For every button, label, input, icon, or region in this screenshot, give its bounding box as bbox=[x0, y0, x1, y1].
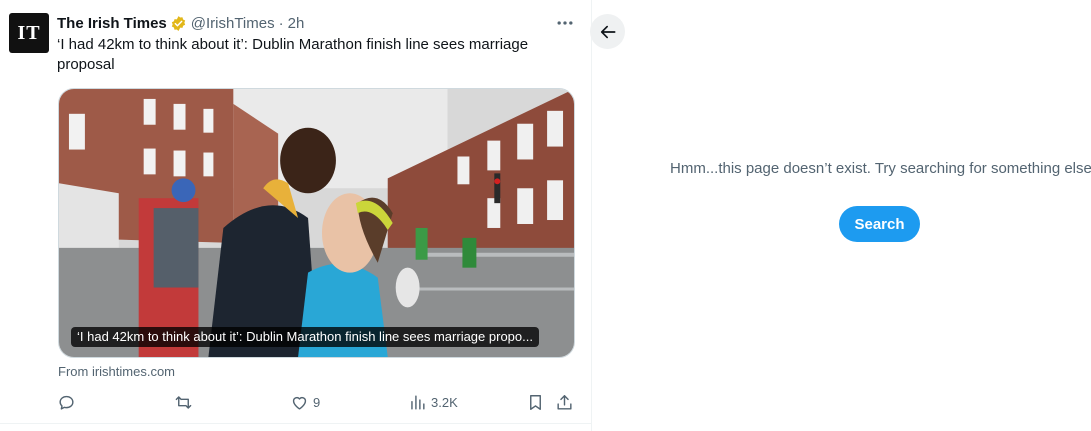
tweet[interactable]: IT The Irish Times @IrishTimes · 2h ‘I h… bbox=[0, 0, 591, 424]
handle[interactable]: @IrishTimes bbox=[191, 15, 275, 32]
views-button[interactable]: 3.2K bbox=[408, 390, 458, 414]
bookmark-button[interactable] bbox=[526, 390, 545, 414]
bookmark-icon bbox=[530, 394, 541, 410]
timeline-column: IT The Irish Times @IrishTimes · 2h ‘I h… bbox=[0, 0, 592, 431]
tweet-header: The Irish Times @IrishTimes · 2h bbox=[57, 13, 304, 33]
card-photo bbox=[59, 89, 574, 357]
verified-badge-icon[interactable] bbox=[170, 15, 187, 32]
back-arrow-icon bbox=[600, 25, 615, 38]
tweet-actions: 9 3.2K bbox=[57, 390, 577, 414]
more-icon[interactable] bbox=[553, 13, 577, 33]
views-count: 3.2K bbox=[431, 394, 458, 410]
share-icon bbox=[557, 394, 572, 410]
like-count: 9 bbox=[313, 394, 321, 410]
back-button[interactable] bbox=[590, 14, 625, 49]
retweet-icon bbox=[175, 395, 192, 409]
reply-icon bbox=[59, 395, 74, 410]
separator-dot: · bbox=[278, 14, 284, 32]
timestamp[interactable]: 2h bbox=[288, 15, 305, 32]
link-card[interactable]: ‘I had 42km to think about it’: Dublin M… bbox=[58, 88, 575, 358]
reply-button[interactable] bbox=[57, 390, 80, 414]
tweet-text: ‘I had 42km to think about it’: Dublin M… bbox=[57, 36, 529, 73]
share-button[interactable] bbox=[555, 390, 574, 414]
card-source[interactable]: From irishtimes.com bbox=[58, 364, 175, 379]
not-found-message: Hmm...this page doesn’t exist. Try searc… bbox=[670, 160, 1091, 177]
retweet-button[interactable] bbox=[174, 390, 197, 414]
card-caption: ‘I had 42km to think about it’: Dublin M… bbox=[71, 327, 539, 347]
search-button[interactable]: Search bbox=[839, 206, 920, 242]
views-icon bbox=[411, 394, 425, 410]
like-button[interactable]: 9 bbox=[290, 390, 320, 414]
display-name[interactable]: The Irish Times bbox=[57, 15, 167, 32]
avatar-text: IT bbox=[17, 21, 41, 44]
like-icon bbox=[292, 396, 307, 410]
avatar[interactable]: IT bbox=[9, 13, 49, 53]
